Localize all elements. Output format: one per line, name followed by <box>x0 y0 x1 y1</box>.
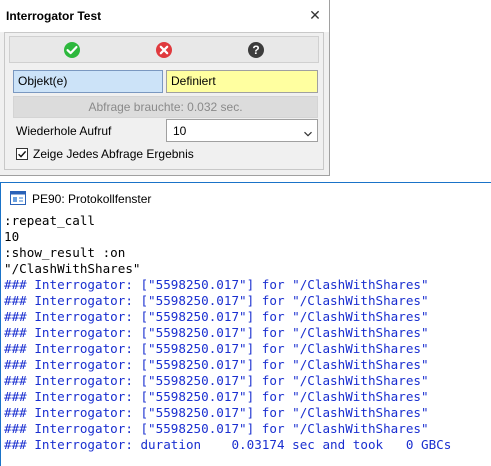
log-line: ### Interrogator: ["5598250.017"] for "/… <box>4 389 429 404</box>
log-line: "/ClashWithShares" <box>4 261 141 276</box>
dialog-titlebar: Interrogator Test ✕ <box>0 0 329 32</box>
objects-label[interactable]: Objekt(e) <box>13 70 163 93</box>
show-results-checkbox[interactable] <box>16 148 28 160</box>
log-line: ### Interrogator: ["5598250.017"] for "/… <box>4 373 429 388</box>
log-line: :repeat_call <box>4 213 95 228</box>
log-line: ### Interrogator: ["5598250.017"] for "/… <box>4 309 429 324</box>
help-icon[interactable]: ? <box>246 40 266 60</box>
interrogator-test-dialog: Interrogator Test ✕ ? Objekt(e) Definier… <box>0 0 330 176</box>
close-icon[interactable]: ✕ <box>303 4 327 26</box>
cancel-icon[interactable] <box>154 40 174 60</box>
chevron-down-icon[interactable] <box>304 127 312 137</box>
svg-text:?: ? <box>252 43 259 57</box>
query-timing-status: Abfrage brauchte: 0.032 sec. <box>13 96 318 118</box>
repeat-call-select[interactable]: 10 <box>166 119 318 142</box>
log-titlebar: PE90: Protokollfenster <box>1 183 491 213</box>
log-line: ### Interrogator: ["5598250.017"] for "/… <box>4 405 429 420</box>
protocol-window: PE90: Protokollfenster :repeat_call 10:sh… <box>0 182 491 466</box>
log-line: ### Interrogator: ["5598250.017"] for "/… <box>4 277 429 292</box>
repeat-call-value: 10 <box>173 124 187 138</box>
log-window-title: PE90: Protokollfenster <box>32 192 152 206</box>
log-line: ### Interrogator: ["5598250.017"] for "/… <box>4 421 429 436</box>
log-line: 10 <box>4 229 20 244</box>
dialog-title: Interrogator Test <box>6 9 102 23</box>
show-results-label: Zeige Jedes Abfrage Ergebnis <box>33 147 194 161</box>
log-line: :show_result :on <box>4 245 126 260</box>
log-line: ### Interrogator: ["5598250.017"] for "/… <box>4 357 429 372</box>
action-toolbar: ? <box>9 36 319 63</box>
log-line: ### Interrogator: ["5598250.017"] for "/… <box>4 325 429 340</box>
app-window-icon <box>10 190 26 206</box>
check-icon[interactable] <box>62 40 82 60</box>
repeat-call-label: Wiederhole Aufruf <box>16 124 112 138</box>
log-line: ### Interrogator: duration 0.03174 sec a… <box>4 437 452 452</box>
log-line: ### Interrogator: ["5598250.017"] for "/… <box>4 341 429 356</box>
objects-value-field[interactable]: Definiert <box>166 70 318 93</box>
dialog-body: ? Objekt(e) Definiert Abfrage brauchte: … <box>4 32 324 170</box>
log-line: ### Interrogator: ["5598250.017"] for "/… <box>4 293 429 308</box>
log-output[interactable]: :repeat_call 10:show_result :on "/ClashWit… <box>4 213 490 465</box>
